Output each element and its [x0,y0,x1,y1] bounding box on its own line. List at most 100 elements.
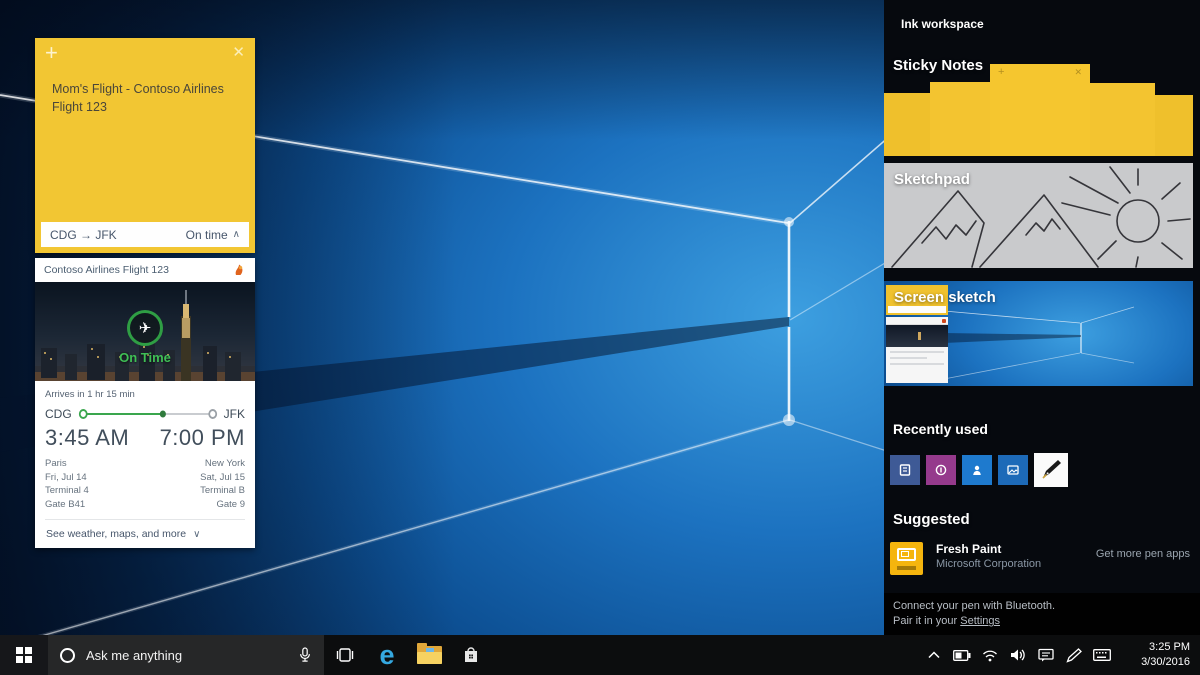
taskbar-clock[interactable]: 3:25 PM 3/30/2016 [1116,640,1200,670]
flight-info-card: Contoso Airlines Flight 123 ✈ On Time Ar… [35,258,255,548]
pen-icon [1066,647,1082,663]
flight-card-title: Contoso Airlines Flight 123 [44,263,169,276]
network-status[interactable] [976,635,1004,675]
get-more-pen-apps-link[interactable]: Get more pen apps [1096,548,1190,560]
sticky-note-header: + ✕ [35,38,255,68]
airplane-icon: ✈ [138,319,152,337]
settings-link[interactable]: Settings [960,615,1000,627]
add-note-icon[interactable]: + [45,40,58,66]
screen-sketch-preview[interactable]: Screen sketch [884,281,1193,386]
suggested-app-name: Fresh Paint [936,542,1002,556]
destination-photo: ✈ On Time [35,281,255,381]
flight-insight-bar[interactable]: CDG → JFK On time ∧ [41,222,249,247]
pen-tip-line1: Connect your pen with Bluetooth. [893,600,1056,612]
folder-icon [416,643,442,664]
system-tray: 3:25 PM 3/30/2016 [920,635,1200,675]
speaker-icon [1011,649,1025,661]
origin-date: Fri, Jul 14 [45,471,87,483]
destination-city: New York [204,457,245,469]
sticky-notes-preview[interactable]: + ✕ [884,62,1193,156]
file-explorer-button[interactable] [408,635,450,675]
onenote-app-icon[interactable] [926,455,956,485]
see-more-expander[interactable]: See weather, maps, and more ∨ [45,519,245,548]
suggested-app-row[interactable]: Fresh Paint Microsoft Corporation Get mo… [890,542,1190,575]
pen-tip-line2: Pair it in your Settings [893,615,1000,628]
fountain-pen-app-icon[interactable] [1034,453,1068,487]
recently-used-label: Recently used [893,421,988,437]
preview-note [1090,83,1155,156]
destination-date: Sat, Jul 15 [200,471,245,483]
start-button[interactable] [0,635,48,675]
document-app-icon[interactable] [890,455,920,485]
battery-status[interactable] [948,635,976,675]
suggested-label: Suggested [893,511,970,528]
preview-note [1155,95,1193,156]
destination-gate: Gate 9 [216,499,245,511]
preview-note [930,82,990,156]
close-note-icon[interactable]: ✕ [232,43,245,61]
screen-sketch-section-label: Screen sketch [894,289,996,306]
sticky-note-text[interactable]: Mom's Flight - Contoso Airlines Flight 1… [35,68,255,116]
edge-browser-button[interactable]: e [366,635,408,675]
flight-details: Paris New York Fri, Jul 14 Sat, Jul 15 T… [45,457,245,512]
task-view-button[interactable] [324,635,366,675]
close-icon: ✕ [1074,67,1082,77]
pen-pairing-tip: Connect your pen with Bluetooth. Pair it… [884,593,1200,635]
clock-date: 3/30/2016 [1141,656,1190,668]
search-input[interactable] [86,647,287,663]
store-button[interactable] [450,635,492,675]
ink-workspace-title: Ink workspace [901,17,984,31]
on-time-status-ring: ✈ [127,309,163,346]
taskbar: e [0,635,1200,675]
screen-sketch-mini-card [886,317,948,383]
recently-used-apps [890,453,1068,487]
sketchpad-section-label: Sketchpad [894,171,970,188]
battery-icon [953,649,971,661]
tray-overflow-button[interactable] [920,635,948,675]
origin-gate: Gate B41 [45,499,86,511]
flight-status-label: On time ∧ [185,227,240,242]
flight-route-label: CDG → JFK [50,227,117,242]
flight-card-body: Arrives in 1 hr 15 min CDG JFK 3:45 AM 7… [35,381,255,548]
windows-desktop-screen: + ✕ Mom's Flight - Contoso Airlines Flig… [0,0,1200,675]
sketchpad-preview[interactable]: Sketchpad [884,163,1193,268]
photos-app-icon[interactable] [998,455,1028,485]
origin-terminal: Terminal 4 [45,485,89,497]
store-bag-icon [465,647,477,662]
ink-workspace-button[interactable] [1060,635,1088,675]
destination-code: JFK [223,406,245,421]
airline-logo-icon [235,264,243,275]
sticky-note[interactable]: + ✕ Mom's Flight - Contoso Airlines Flig… [35,38,255,253]
cortana-search-box[interactable] [48,635,324,675]
arrival-time: 7:00 PM [159,424,245,450]
edge-icon: e [379,639,395,670]
action-center-button[interactable] [1032,635,1060,675]
flight-card-header: Contoso Airlines Flight 123 [35,258,255,282]
chevron-down-icon: ∨ [193,528,201,540]
preview-note: + ✕ [990,64,1090,156]
task-view-icon [336,648,354,662]
maps-app-icon[interactable] [962,455,992,485]
departure-time: 3:45 AM [45,424,130,450]
chevron-up-icon [928,651,940,659]
keyboard-icon [1093,649,1111,661]
flight-times-row: 3:45 AM 7:00 PM [45,425,245,451]
on-time-status-text: On Time [119,349,171,365]
clock-time: 3:25 PM [1149,641,1190,654]
windows-logo-icon [16,647,32,663]
wifi-icon [983,650,997,661]
suggested-app-publisher: Microsoft Corporation [936,558,1042,570]
volume-control[interactable] [1004,635,1032,675]
microphone-icon[interactable] [298,646,312,664]
destination-terminal: Terminal B [200,485,245,497]
action-center-icon [1038,648,1054,662]
flight-progress-bar [78,408,217,419]
flight-progress-row: CDG JFK [45,407,245,421]
preview-note [884,93,930,156]
touch-keyboard-button[interactable] [1088,635,1116,675]
plus-icon: + [998,66,1005,78]
fresh-paint-app-icon [890,542,923,575]
chevron-up-icon: ∧ [232,229,240,240]
origin-code: CDG [45,406,72,421]
cortana-icon [60,647,75,663]
